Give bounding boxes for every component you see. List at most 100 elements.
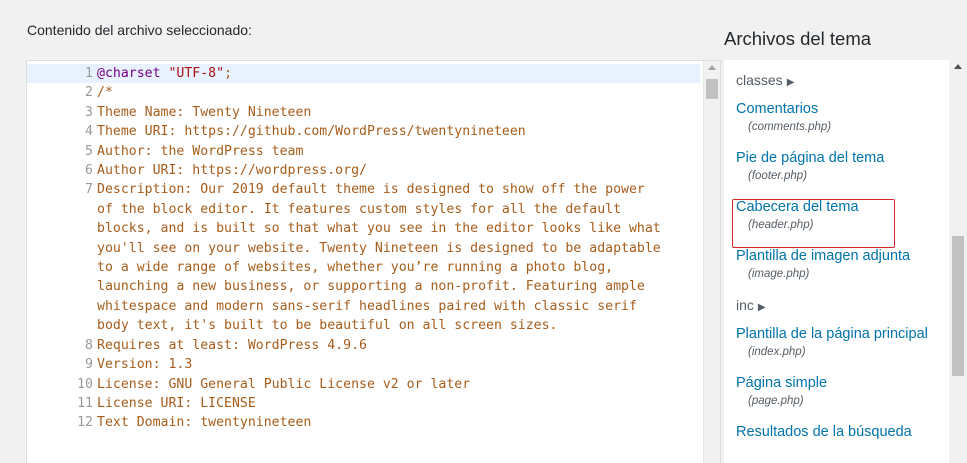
code-token: of the block editor. It features custom … [97, 201, 622, 217]
code-text: blocks, and is built so that what you se… [97, 219, 700, 238]
file-path: (comments.php) [748, 121, 832, 133]
code-line[interactable]: 10 License: GNU General Public License v2… [27, 375, 700, 394]
code-token: Author: the WordPress team [97, 143, 304, 159]
line-number: 11 [77, 395, 93, 411]
code-line[interactable]: 2/* [27, 83, 700, 102]
file-link[interactable]: Plantilla de la página principal [736, 324, 943, 344]
file-path: (page.php) [748, 395, 804, 407]
code-line[interactable]: 11 License URI: LICENSE [27, 394, 700, 413]
theme-file-item[interactable]: Página simple (page.php) [736, 373, 943, 409]
file-path: (footer.php) [748, 170, 808, 182]
code-text: License URI: LICENSE [97, 394, 700, 413]
code-line[interactable]: 8 Requires at least: WordPress 4.9.6 [27, 336, 700, 355]
line-number: 4 [85, 124, 93, 140]
code-line[interactable]: 9 Version: 1.3 [27, 355, 700, 374]
code-text: to a wide range of websites, whether you… [97, 258, 700, 277]
line-number: 3 [85, 104, 93, 120]
folder-label: classes [736, 72, 783, 88]
code-text: Version: 1.3 [97, 355, 700, 374]
code-text: of the block editor. It features custom … [97, 200, 700, 219]
code-text: whitespace and modern sans-serif headlin… [97, 297, 700, 316]
line-number: 9 [85, 357, 93, 373]
code-line[interactable]: 6 Author URI: https://wordpress.org/ [27, 161, 700, 180]
line-number: 10 [77, 376, 93, 392]
code-editor[interactable]: 1 @charset "UTF-8"; 2/* 3 Theme Name: Twenty… [26, 60, 721, 463]
theme-files-title: Archivos del tema [724, 28, 872, 49]
code-token: License URI: LICENSE [97, 395, 256, 411]
line-number [27, 316, 97, 335]
sidebar-scroll-up-arrow-icon[interactable] [954, 64, 962, 69]
line-number [27, 200, 97, 219]
code-text: Requires at least: WordPress 4.9.6 [97, 336, 700, 355]
code-line[interactable]: 12 Text Domain: twentynineteen [27, 413, 700, 432]
code-token: ; [224, 66, 233, 81]
code-text: /* [97, 83, 700, 102]
scroll-up-arrow-icon[interactable] [708, 65, 716, 70]
code-token: Requires at least: WordPress 4.9.6 [97, 337, 367, 353]
code-line[interactable]: 4 Theme URI: https://github.com/WordPress… [27, 122, 700, 141]
code-line[interactable]: of the block editor. It features custom … [27, 200, 700, 219]
code-token: License: GNU General Public License v2 o… [97, 376, 471, 392]
code-token: blocks, and is built so that what you se… [97, 221, 661, 237]
theme-file-item[interactable]: Plantilla de la página principal (index.p… [736, 324, 943, 360]
code-text: Description: Our 2019 default theme is d… [97, 180, 700, 199]
code-token: Author URI: https://wordpress.org/ [97, 163, 367, 179]
code-area[interactable]: 1 @charset "UTF-8"; 2/* 3 Theme Name: Twenty… [27, 61, 700, 463]
code-line[interactable]: 5 Author: the WordPress team [27, 142, 700, 161]
code-text: Theme URI: https://github.com/WordPress/… [97, 122, 700, 141]
code-text: Author: the WordPress team [97, 142, 700, 161]
line-number: 2 [85, 85, 93, 101]
folder-classes[interactable]: classes ▶ [736, 70, 943, 90]
file-path: (index.php) [748, 346, 806, 358]
theme-file-item[interactable]: Pie de página del tema (footer.php) [736, 148, 943, 184]
line-number: 8 [85, 337, 93, 353]
line-number: 7 [85, 182, 93, 198]
code-text: Theme Name: Twenty Nineteen [97, 103, 700, 122]
folder-inc[interactable]: inc ▶ [736, 295, 943, 315]
code-text: License: GNU General Public License v2 o… [97, 375, 700, 394]
theme-file-list: classes ▶ Comentarios (comments.php) Pie de … [736, 70, 943, 455]
file-link[interactable]: Plantilla de imagen adjunta [736, 246, 943, 266]
line-number [27, 258, 97, 277]
code-line[interactable]: 3 Theme Name: Twenty Nineteen [27, 103, 700, 122]
code-line[interactable]: body text, it's built to be beautiful on… [27, 316, 700, 335]
expand-arrow-icon: ▶ [786, 77, 795, 88]
expand-arrow-icon: ▶ [757, 302, 766, 313]
code-token: Description: Our 2019 default theme is d… [97, 182, 645, 198]
theme-files-panel: classes ▶ Comentarios (comments.php) Pie de … [724, 60, 967, 463]
sidebar-scrollbar[interactable] [949, 60, 967, 463]
line-number: 12 [77, 415, 93, 431]
file-content-label: Contenido del archivo seleccionado: [27, 22, 252, 38]
code-text: you'll see on your website. Twenty Ninet… [97, 239, 700, 258]
code-token: whitespace and modern sans-serif headlin… [97, 298, 637, 314]
code-token: you'll see on your website. Twenty Ninet… [97, 240, 661, 256]
editor-scroll-thumb[interactable] [706, 79, 718, 99]
code-text: Author URI: https://wordpress.org/ [97, 161, 700, 180]
code-line[interactable]: launching a new business, or supporting … [27, 277, 700, 296]
editor-scrollbar[interactable] [703, 61, 720, 463]
code-token: Version: 1.3 [97, 357, 193, 373]
theme-file-item[interactable]: Plantilla de imagen adjunta (image.php) [736, 246, 943, 282]
code-token: Text Domain: twentynineteen [97, 415, 312, 431]
code-line[interactable]: 7 Description: Our 2019 default theme is … [27, 180, 700, 199]
code-line[interactable]: you'll see on your website. Twenty Ninet… [27, 239, 700, 258]
code-line[interactable]: whitespace and modern sans-serif headlin… [27, 297, 700, 316]
file-link[interactable]: Pie de página del tema [736, 148, 943, 168]
file-link[interactable]: Página simple [736, 373, 943, 393]
folder-label: inc [736, 297, 754, 313]
theme-file-item[interactable]: Comentarios (comments.php) [736, 99, 943, 135]
code-token: Theme URI: https://github.com/WordPress/… [97, 124, 526, 140]
code-token: "UTF-8" [168, 66, 225, 81]
code-line[interactable]: 1 @charset "UTF-8"; [27, 64, 700, 84]
code-text: Text Domain: twentynineteen [97, 413, 700, 432]
code-line[interactable]: blocks, and is built so that what you se… [27, 219, 700, 238]
code-token: body text, it's built to be beautiful on… [97, 318, 558, 334]
code-line[interactable]: to a wide range of websites, whether you… [27, 258, 700, 277]
sidebar-scroll-thumb[interactable] [952, 236, 964, 376]
selected-file-highlight [732, 199, 895, 248]
theme-file-item[interactable]: Resultados de la búsqueda [736, 422, 943, 442]
code-token: launching a new business, or supporting … [97, 279, 645, 295]
file-link[interactable]: Comentarios [736, 99, 943, 119]
line-number: 5 [85, 143, 93, 159]
file-link[interactable]: Resultados de la búsqueda [736, 422, 943, 442]
